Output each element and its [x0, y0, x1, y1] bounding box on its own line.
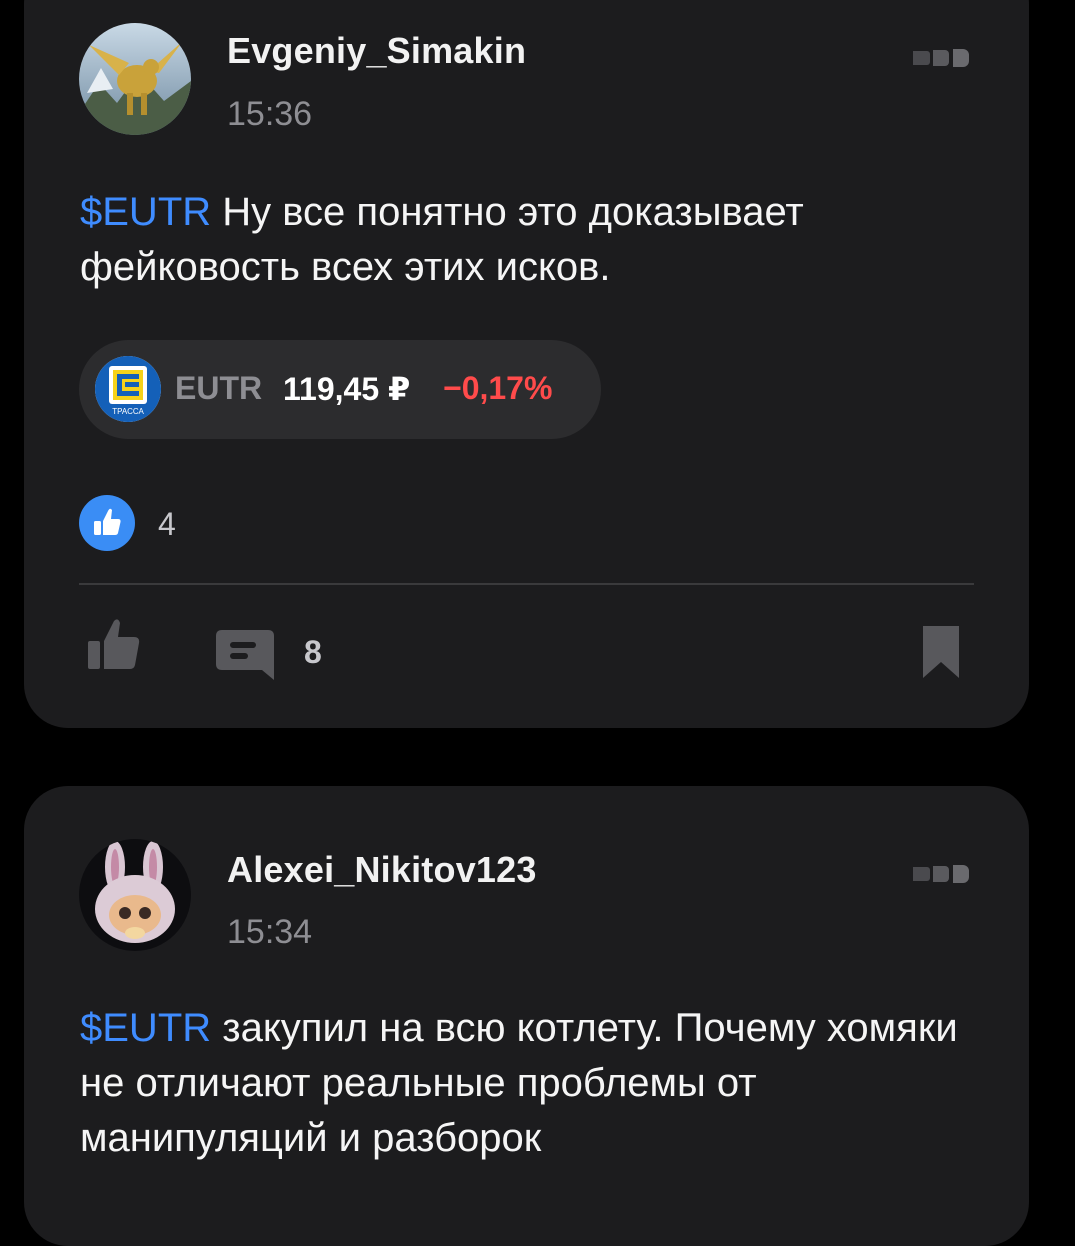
- thumbs-up-reaction-icon[interactable]: [79, 495, 135, 551]
- post-text: $EUTR Ну все понятно это доказывает фейк…: [80, 185, 980, 295]
- more-dots-icon[interactable]: [911, 864, 971, 884]
- bookmark-icon[interactable]: [921, 626, 961, 678]
- more-dots-icon[interactable]: [911, 48, 971, 68]
- post-body: закупил на всю котлету. Почему хомяки не…: [80, 1006, 958, 1160]
- thumbs-up-icon[interactable]: [86, 617, 142, 673]
- divider: [79, 583, 974, 585]
- author-avatar[interactable]: [79, 839, 191, 951]
- stock-quote-chip[interactable]: ТРАССА EUTR 119,45 ₽ −0,17%: [79, 340, 601, 439]
- ticker-link[interactable]: $EUTR: [80, 190, 211, 234]
- reaction-count: 4: [158, 506, 176, 542]
- comment-icon[interactable]: [216, 628, 276, 684]
- post-text: $EUTR закупил на всю котлету. Почему хом…: [80, 1001, 980, 1166]
- quote-change: −0,17%: [443, 370, 553, 406]
- ticker-link[interactable]: $EUTR: [80, 1006, 211, 1050]
- author-name[interactable]: Evgeniy_Simakin: [227, 30, 526, 72]
- post-card: Alexei_Nikitov123 15:34 $EUTR закупил на…: [24, 786, 1029, 1246]
- author-name[interactable]: Alexei_Nikitov123: [227, 849, 537, 891]
- comment-count: 8: [304, 634, 322, 670]
- quote-price: 119,45 ₽: [283, 371, 411, 407]
- quote-ticker: EUTR: [175, 370, 263, 406]
- company-logo: ТРАССА: [95, 356, 161, 422]
- post-time: 15:36: [227, 95, 313, 133]
- post-card: Evgeniy_Simakin 15:36 $EUTR Ну все понят…: [24, 0, 1029, 728]
- author-avatar[interactable]: [79, 23, 191, 135]
- post-time: 15:34: [227, 913, 313, 951]
- logo-text: ТРАССА: [112, 407, 144, 416]
